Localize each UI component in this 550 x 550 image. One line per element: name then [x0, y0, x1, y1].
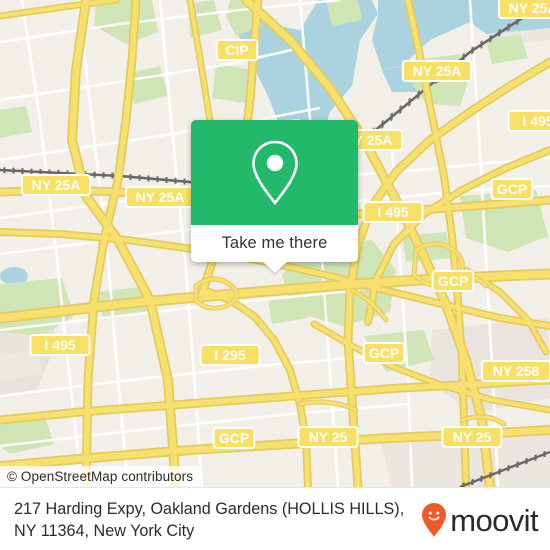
highway-shield-label: I 495	[44, 337, 75, 353]
highway-shield: I 495	[362, 201, 424, 223]
address-line-2: NY 11364, New York City	[14, 521, 195, 540]
highway-shield: NY 25	[441, 426, 503, 448]
highway-shield-label: I 495	[522, 113, 550, 129]
highway-shield: I 295	[199, 344, 261, 366]
highway-shield: GCP	[362, 342, 406, 364]
osm-attribution[interactable]: © OpenStreetMap contributors	[0, 466, 201, 487]
moovit-logo[interactable]: moovit	[421, 502, 542, 538]
highway-shield-label: I 295	[214, 347, 245, 363]
highway-shield: GCP	[490, 178, 534, 200]
highway-shield: GCP	[212, 427, 256, 449]
highway-shield: I 495	[29, 334, 91, 356]
popup-pointer	[262, 262, 287, 273]
highway-shield-label: GCP	[219, 430, 249, 446]
highway-shield-label: NY 258	[493, 363, 540, 379]
moovit-smiley-pin-icon	[422, 502, 447, 537]
highway-shield-label: GCP	[369, 345, 399, 361]
highway-shield-label: NY 25A	[136, 189, 185, 205]
footer-bar: 217 Harding Expy, Oakland Gardens (HOLLI…	[0, 487, 550, 550]
map-screenshot: CIPNY 25ANY 25ANY 25ANY 25ANY 25AI 495I …	[0, 0, 550, 550]
location-popup[interactable]: Take me there	[191, 120, 358, 273]
highway-shield-label: I 495	[377, 204, 408, 220]
highway-shield: NY 25A	[20, 174, 92, 196]
highway-shield-label: GCP	[497, 181, 527, 197]
highway-shield-label: CIP	[225, 42, 248, 58]
highway-shield-label: GCP	[438, 273, 468, 289]
highway-shield-label: NY 25A	[509, 0, 550, 16]
popup-action-bar[interactable]: Take me there	[191, 225, 358, 273]
highway-shield: GCP	[431, 270, 475, 292]
highway-shield: CIP	[215, 39, 259, 61]
moovit-wordmark: moovit	[450, 503, 538, 538]
highway-shield: NY 258	[480, 360, 550, 382]
highway-shield-label: NY 25A	[413, 63, 462, 79]
highway-shield: I 495	[507, 110, 550, 132]
highway-shield: NY 25A	[497, 0, 550, 19]
highway-shield: NY 25A	[401, 60, 473, 82]
highway-shield-label: NY 25	[453, 429, 492, 445]
address-text: 217 Harding Expy, Oakland Gardens (HOLLI…	[14, 498, 404, 542]
map-pin-icon	[251, 140, 298, 205]
popup-pin-area	[191, 120, 358, 225]
address-line-1: 217 Harding Expy, Oakland Gardens (HOLLI…	[14, 499, 405, 518]
highway-shield-label: NY 25	[309, 429, 348, 445]
highway-shield: NY 25	[297, 426, 359, 448]
take-me-there-label: Take me there	[221, 234, 328, 252]
highway-shield: NY 25A	[124, 186, 196, 208]
highway-shield-label: NY 25A	[32, 177, 81, 193]
